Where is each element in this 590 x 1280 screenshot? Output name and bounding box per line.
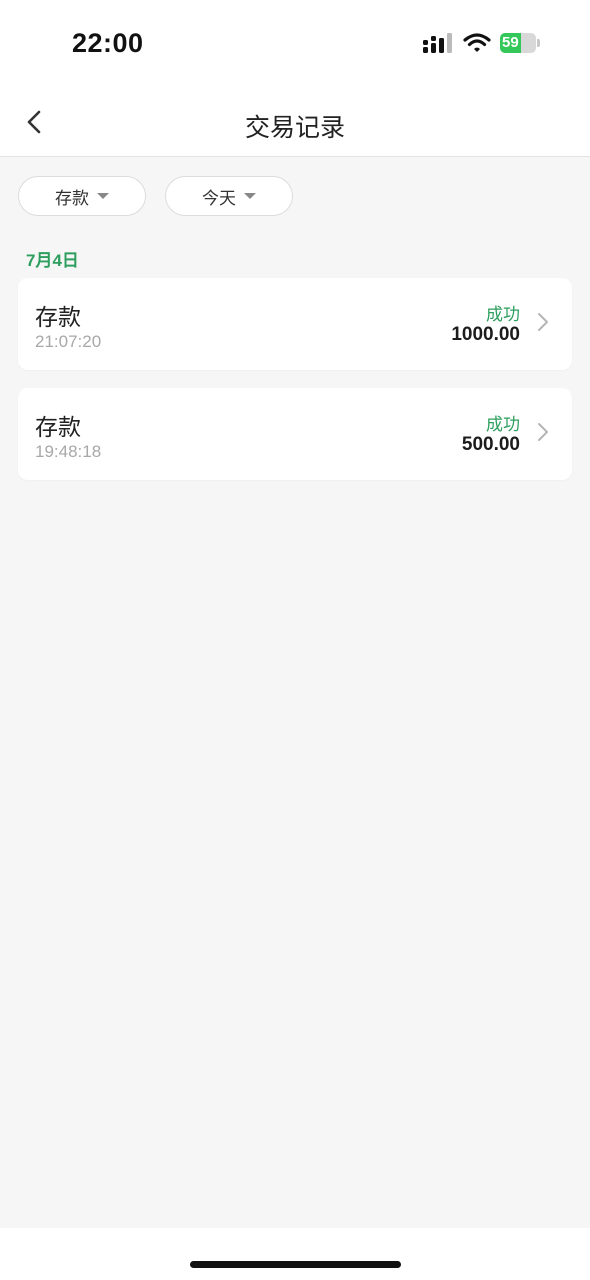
home-indicator[interactable] — [190, 1261, 401, 1268]
filter-type-label: 存款 — [55, 188, 89, 208]
nav-bar: 交易记录 — [0, 88, 590, 157]
filter-type-dropdown[interactable]: 存款 — [18, 176, 146, 216]
transaction-card[interactable]: 存款 19:48:18 成功 500.00 — [18, 388, 572, 480]
transaction-card[interactable]: 存款 21:07:20 成功 1000.00 — [18, 278, 572, 370]
battery-tip — [537, 39, 540, 47]
transaction-amount: 1000.00 — [451, 324, 520, 345]
dropdown-caret-icon — [244, 193, 256, 199]
transaction-time: 21:07:20 — [35, 332, 102, 351]
page-title: 交易记录 — [244, 114, 345, 142]
date-group-header: 7月4日 — [26, 251, 79, 270]
wifi-icon — [463, 33, 491, 52]
status-bar: 22:00 59 — [0, 0, 590, 88]
transaction-type: 存款 — [35, 414, 81, 440]
filter-date-label: 今天 — [202, 188, 236, 208]
transaction-status: 成功 — [486, 415, 520, 434]
home-indicator-area — [0, 1228, 590, 1280]
chevron-right-icon — [538, 313, 548, 331]
transaction-time: 19:48:18 — [35, 442, 102, 461]
signal-icon — [423, 33, 452, 53]
transaction-status: 成功 — [486, 305, 520, 324]
battery-level: 59 — [502, 34, 519, 51]
transaction-amount: 500.00 — [461, 434, 520, 455]
status-time: 22:00 — [72, 28, 144, 58]
filter-date-dropdown[interactable]: 今天 — [165, 176, 293, 216]
transaction-type: 存款 — [35, 304, 81, 330]
dropdown-caret-icon — [97, 193, 109, 199]
battery-icon: 59 — [500, 33, 536, 53]
chevron-right-icon — [538, 423, 548, 441]
